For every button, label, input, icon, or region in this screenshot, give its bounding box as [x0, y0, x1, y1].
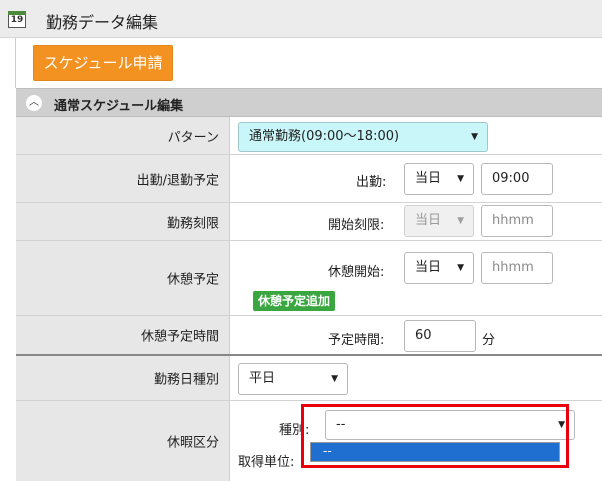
caret-down-icon: ▼ [331, 374, 338, 384]
day-type-select[interactable]: 平日 ▼ [238, 363, 348, 395]
row-work-limit: 勤務刻限 開始刻限: 当日 ▼ hhmm [16, 203, 602, 241]
attendance-label: 出勤/退勤予定 [136, 173, 219, 188]
break-start-sub-label: 休憩開始: [328, 265, 385, 280]
attendance-sub-label: 出勤: [356, 175, 387, 190]
start-limit-day-value: 当日 [415, 213, 442, 228]
break-time-input[interactable]: hhmm [481, 252, 553, 284]
start-limit-sub-label: 開始刻限: [328, 218, 385, 233]
attendance-time-input[interactable]: 09:00 [481, 163, 553, 195]
break-day-value: 当日 [415, 260, 442, 275]
start-limit-time-input[interactable]: hhmm [481, 205, 553, 237]
row-day-type: 勤務日種別 平日 ▼ [16, 356, 602, 401]
planned-time-sub-label: 予定時間: [328, 333, 385, 348]
section-title: 通常スケジュール編集 [54, 99, 184, 114]
add-break-button[interactable]: 休憩予定追加 [253, 291, 336, 311]
day-type-label: 勤務日種別 [153, 372, 219, 388]
row-break: 休憩予定 休憩開始: 当日 ▼ hhmm 休憩予定追加 [16, 241, 602, 316]
calendar-icon: 19 [8, 11, 26, 28]
divider [15, 38, 16, 88]
pattern-select-value: 通常勤務(09:00～18:00) [249, 129, 400, 144]
row-break-time: 休憩予定時間 予定時間: 60 分 [16, 316, 602, 356]
pattern-label: パターン [167, 130, 219, 145]
start-limit-day-select: 当日 ▼ [404, 205, 474, 237]
break-label: 休憩予定 [166, 272, 219, 288]
caret-down-icon: ▼ [457, 263, 464, 273]
day-type-value: 平日 [249, 371, 276, 386]
unit-sub-label: 取得単位: [238, 455, 295, 470]
schedule-request-button[interactable]: スケジュール申請 [33, 45, 173, 81]
collapse-up-icon[interactable]: ︿ [26, 95, 42, 111]
attendance-day-value: 当日 [415, 171, 442, 186]
planned-time-input[interactable]: 60 [404, 320, 476, 352]
leave-kind-dropdown[interactable]: -- [310, 442, 560, 462]
attendance-day-select[interactable]: 当日 ▼ [404, 163, 474, 195]
row-pattern: パターン 通常勤務(09:00～18:00) ▼ [16, 117, 602, 155]
break-day-select[interactable]: 当日 ▼ [404, 252, 474, 284]
work-limit-label: 勤務刻限 [166, 216, 219, 231]
page-title: 勤務データ編集 [46, 13, 159, 32]
leave-label: 休暇区分 [166, 435, 219, 451]
caret-down-icon: ▼ [471, 132, 478, 142]
pattern-select[interactable]: 通常勤務(09:00～18:00) ▼ [238, 122, 488, 152]
caret-down-icon: ▼ [457, 174, 464, 184]
title-bar: 19 勤務データ編集 [0, 0, 602, 38]
break-time-label: 休憩予定時間 [140, 329, 219, 345]
section-header[interactable]: ︿ 通常スケジュール編集 [16, 88, 602, 117]
caret-down-icon: ▼ [457, 216, 464, 226]
dropdown-option[interactable]: -- [311, 443, 559, 461]
minutes-unit: 分 [482, 333, 496, 348]
row-attendance: 出勤/退勤予定 出勤: 当日 ▼ 09:00 [16, 155, 602, 203]
